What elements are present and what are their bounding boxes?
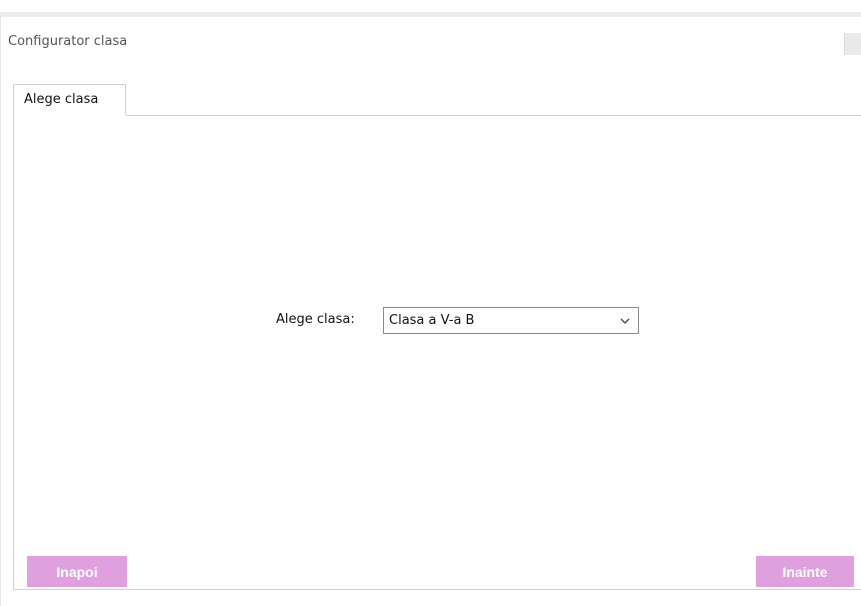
class-select-value: Clasa a V-a B — [389, 313, 475, 328]
class-select-label: Alege clasa: — [276, 312, 355, 327]
back-button[interactable]: Inapoi — [27, 556, 127, 587]
top-strip — [0, 0, 861, 12]
next-button[interactable]: Inainte — [756, 556, 854, 587]
window-title: Configurator clasa — [8, 34, 128, 49]
close-button[interactable] — [844, 33, 861, 55]
tab-panel — [13, 115, 861, 590]
tab-label: Alege clasa — [24, 92, 99, 107]
tab-alege-clasa[interactable]: Alege clasa — [13, 84, 126, 115]
chevron-down-icon — [620, 318, 630, 324]
class-select[interactable]: Clasa a V-a B — [383, 307, 639, 334]
